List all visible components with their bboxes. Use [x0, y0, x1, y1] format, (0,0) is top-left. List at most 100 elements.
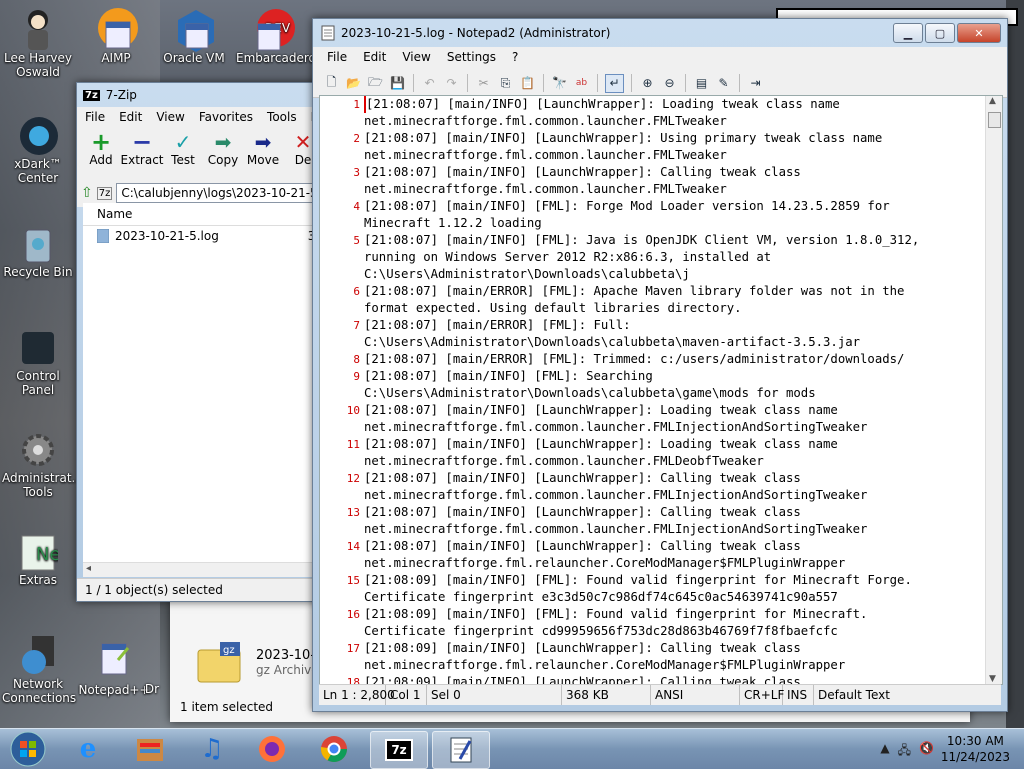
log-line[interactable]: 2 [21:08:07] [main/INFO] [LaunchWrapper]:… [320, 130, 1002, 147]
horizontal-scrollbar[interactable]: ◂ [83, 562, 327, 577]
log-line[interactable]: 8 [21:08:07] [main/ERROR] [FML]: Trimmed:… [320, 351, 1002, 368]
volume-muted-icon[interactable]: 🔇 [919, 741, 934, 762]
menu-help[interactable]: ? [512, 50, 518, 66]
desktop-icon-dr[interactable]: Dr [132, 682, 172, 696]
log-line[interactable]: Certificate fingerprint e3c3d50c7c986df7… [320, 589, 1002, 606]
path-input[interactable]: C:\calubjenny\logs\2023-10-21-5 [116, 183, 323, 203]
log-line[interactable]: 3 [21:08:07] [main/INFO] [LaunchWrapper]:… [320, 164, 1002, 181]
zoom-out-icon[interactable]: ⊖ [661, 75, 678, 92]
scroll-thumb[interactable] [988, 112, 1001, 128]
network-tray-icon[interactable]: 🖧 [898, 741, 911, 762]
log-line[interactable]: Certificate fingerprint cd99959656f753dc… [320, 623, 1002, 640]
log-line[interactable]: 15 [21:08:09] [main/INFO] [FML]: Found va… [320, 572, 1002, 589]
desktop-icon-control-panel[interactable]: Control Panel [2, 326, 74, 397]
7zip-menu-edit[interactable]: Edit [119, 110, 142, 124]
desktop-icon-recycle-bin[interactable]: Recycle Bin [2, 222, 74, 279]
log-line[interactable]: net.minecraftforge.fml.common.launcher.F… [320, 147, 1002, 164]
zoom-in-icon[interactable]: ⊕ [639, 75, 656, 92]
log-line[interactable]: 7 [21:08:07] [main/ERROR] [FML]: Full: [320, 317, 1002, 334]
taskbar-library[interactable] [122, 731, 178, 767]
gz-file-item[interactable]: gz 2023-10-2 gz Archive [196, 640, 323, 684]
7zip-menu-favorites[interactable]: Favorites [199, 110, 253, 124]
cut-icon[interactable]: ✂ [475, 75, 492, 92]
log-line[interactable]: C:\Users\Administrator\Downloads\calubbe… [320, 385, 1002, 402]
log-line[interactable]: C:\Users\Administrator\Downloads\calubbe… [320, 334, 1002, 351]
desktop-icon-xdark-center[interactable]: xDark™ Center [2, 114, 74, 185]
log-line[interactable]: 10 [21:08:07] [main/INFO] [LaunchWrapper]… [320, 402, 1002, 419]
log-line[interactable]: 5 [21:08:07] [main/INFO] [FML]: Java is O… [320, 232, 1002, 249]
log-line[interactable]: 1 [21:08:07] [main/INFO] [LaunchWrapper]:… [320, 96, 1002, 113]
menu-file[interactable]: File [327, 50, 347, 66]
up-folder-icon[interactable]: ⇧ [81, 185, 93, 201]
menu-view[interactable]: View [402, 50, 430, 66]
test-button[interactable]: ✓ Test [165, 130, 201, 175]
open-folder-icon[interactable]: 📂 [345, 75, 362, 92]
taskbar-ie[interactable]: e [60, 731, 116, 767]
desktop-icon-aimp[interactable]: AIMP [80, 8, 152, 65]
minimize-button[interactable]: ▁ [893, 23, 923, 43]
log-line[interactable]: format expected. Using default libraries… [320, 300, 1002, 317]
notepad2-titlebar[interactable]: 2023-10-21-5.log - Notepad2 (Administrat… [313, 19, 1007, 47]
save-icon[interactable]: 💾 [389, 75, 406, 92]
menu-edit[interactable]: Edit [363, 50, 386, 66]
desktop-icon-lee-harvey-oswald[interactable]: Lee Harvey Oswald [2, 8, 74, 79]
move-button[interactable]: ➡ Move [245, 130, 281, 175]
maximize-button[interactable]: ▢ [925, 23, 955, 43]
column-header-name[interactable]: Name [83, 203, 327, 226]
editor-area[interactable]: 1 [21:08:07] [main/INFO] [LaunchWrapper]:… [319, 95, 1003, 685]
log-line[interactable]: C:\Users\Administrator\Downloads\calubbe… [320, 266, 1002, 283]
log-line[interactable]: net.minecraftforge.fml.relauncher.CoreMo… [320, 657, 1002, 674]
desktop-icon-network-connections[interactable]: Network Connections [2, 634, 76, 705]
word-wrap-icon[interactable]: ↵ [605, 73, 624, 93]
copy-button[interactable]: ➡ Copy [205, 130, 241, 175]
copy-icon[interactable]: ⎘ [497, 75, 514, 92]
vertical-scrollbar[interactable]: ▲ ▼ [985, 96, 1002, 684]
log-line[interactable]: 9 [21:08:07] [main/INFO] [FML]: Searching [320, 368, 1002, 385]
close-button[interactable]: ✕ [957, 23, 1001, 43]
7zip-menu-view[interactable]: View [156, 110, 184, 124]
taskbar-7zip[interactable]: 7z [370, 731, 428, 769]
clock[interactable]: 10:30 AM 11/24/2023 [941, 733, 1010, 765]
scroll-left-icon[interactable]: ◂ [86, 563, 91, 574]
browse-icon[interactable]: 🗁 [367, 75, 384, 92]
customize-icon[interactable]: ✎ [715, 75, 732, 92]
notepad2-window[interactable]: 2023-10-21-5.log - Notepad2 (Administrat… [312, 18, 1008, 712]
scheme-icon[interactable]: ▤ [693, 75, 710, 92]
log-line[interactable]: net.minecraftforge.fml.common.launcher.F… [320, 419, 1002, 436]
log-line[interactable]: 17 [21:08:09] [main/INFO] [LaunchWrapper]… [320, 640, 1002, 657]
desktop-icon-admin-tools[interactable]: Administrat... Tools [2, 428, 83, 499]
redo-icon[interactable]: ↷ [443, 75, 460, 92]
log-line[interactable]: 11 [21:08:07] [main/INFO] [LaunchWrapper]… [320, 436, 1002, 453]
log-line[interactable]: net.minecraftforge.fml.common.launcher.F… [320, 113, 1002, 130]
log-line[interactable]: Minecraft 1.12.2 loading [320, 215, 1002, 232]
menu-settings[interactable]: Settings [447, 50, 496, 66]
log-line[interactable]: net.minecraftforge.fml.common.launcher.F… [320, 521, 1002, 538]
taskbar-firefox[interactable] [244, 731, 300, 767]
desktop-icon-extras[interactable]: Ne Extras [2, 530, 74, 587]
extract-button[interactable]: − Extract [121, 128, 164, 175]
start-button[interactable] [2, 731, 54, 767]
scroll-down-icon[interactable]: ▼ [989, 674, 996, 684]
scroll-up-icon[interactable]: ▲ [989, 96, 996, 106]
desktop-icon-embarcadero[interactable]: DEV Embarcadero [236, 8, 316, 65]
exit-icon[interactable]: ⇥ [747, 75, 764, 92]
new-file-icon[interactable]: 🗋 [323, 75, 340, 92]
7zip-titlebar[interactable]: 7z 7-Zip [77, 83, 327, 107]
log-line[interactable]: 14 [21:08:07] [main/INFO] [LaunchWrapper]… [320, 538, 1002, 555]
taskbar-music[interactable]: ♫ [184, 731, 240, 767]
log-text[interactable]: 1 [21:08:07] [main/INFO] [LaunchWrapper]:… [320, 96, 1002, 684]
log-line[interactable]: 6 [21:08:07] [main/ERROR] [FML]: Apache M… [320, 283, 1002, 300]
log-line[interactable]: 16 [21:08:09] [main/INFO] [FML]: Found va… [320, 606, 1002, 623]
find-icon[interactable]: 🔭 [551, 75, 568, 92]
taskbar-chrome[interactable] [306, 731, 362, 767]
log-line[interactable]: 4 [21:08:07] [main/INFO] [FML]: Forge Mod… [320, 198, 1002, 215]
7zip-menu-file[interactable]: File [85, 110, 105, 124]
show-hidden-icons-icon[interactable]: ▲ [880, 741, 889, 762]
7zip-window[interactable]: 7z 7-Zip File Edit View Favorites Tools … [76, 82, 328, 602]
replace-icon[interactable]: ab [573, 75, 590, 92]
paste-icon[interactable]: 📋 [519, 75, 536, 92]
log-line[interactable]: running on Windows Server 2012 R2:x86:6.… [320, 249, 1002, 266]
log-line[interactable]: net.minecraftforge.fml.common.launcher.F… [320, 453, 1002, 470]
taskbar-notepad2[interactable] [432, 731, 490, 769]
list-item[interactable]: 2023-10-21-5.log 37 [83, 226, 327, 246]
